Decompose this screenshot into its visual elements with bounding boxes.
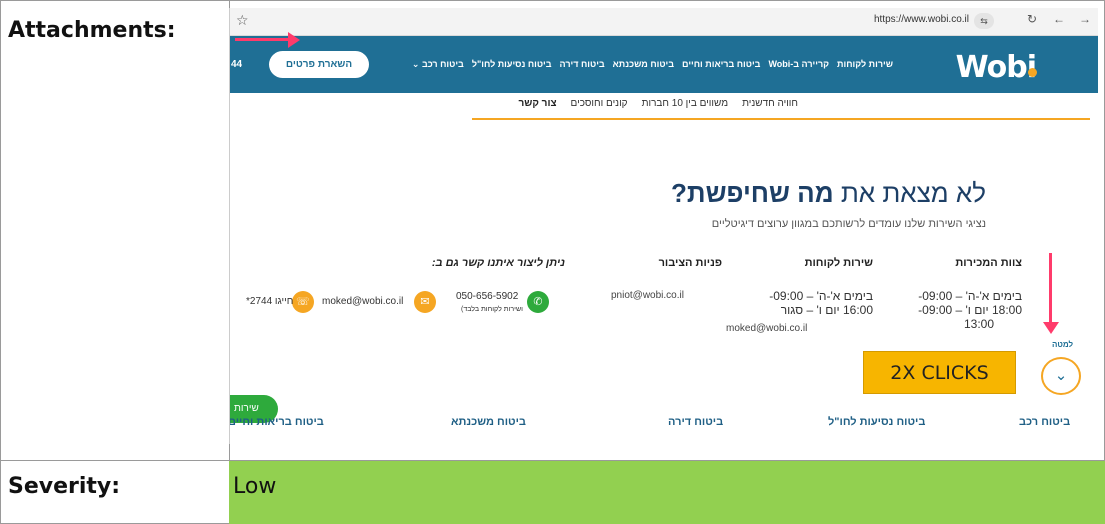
annotation-arrow-down (1049, 253, 1052, 325)
phone-contact[interactable]: *2744 חייגו (246, 296, 293, 307)
sales-line-1: בימים א'-ה' – 09:00- (918, 289, 1022, 303)
page-subheadline: נציגי השירות שלנו עומדים לרשותכם במגוון … (711, 218, 986, 230)
headline-pre: לא מצאת את (833, 178, 986, 208)
subnav-buy-save[interactable]: קונים וחוסכים (571, 98, 628, 109)
wobi-logo[interactable]: Wobi (956, 50, 1037, 85)
nav-item-home[interactable]: ביטוח דירה (560, 59, 605, 70)
nav-item-mortgage[interactable]: ביטוח משכנתא (613, 59, 674, 70)
bottom-cat-home[interactable]: ביטוח דירה (668, 416, 723, 428)
nav-item-service[interactable]: שירות לקוחות (837, 59, 893, 70)
nav-item-health[interactable]: ביטוח בריאות וחיים (682, 59, 760, 70)
sub-navigation: צור קשר קונים וחוסכים משווים בין 10 חברו… (519, 98, 798, 109)
clicks-annotation: 2X CLICKS (863, 351, 1016, 394)
severity-value: Low (233, 474, 277, 499)
contact-title: ניתן ליצור איתנו קשר גם ב: (431, 257, 565, 269)
star-icon[interactable]: ☆ (236, 12, 249, 29)
nav-menu: ביטוח רכב ⌄ ביטוח נסיעות לחו"ל ביטוח דיר… (412, 59, 893, 70)
whatsapp-sub: ושירות לקוחות בלבד) (461, 306, 523, 313)
severity-label: Severity: (8, 474, 121, 499)
annotation-arrow-down-head (1043, 322, 1059, 334)
annotation-arrow-right (235, 38, 293, 41)
nav-item-travel[interactable]: ביטוח נסיעות לחו"ל (472, 59, 552, 70)
bottom-cat-health[interactable]: ביטוח בריאות וחיים (230, 416, 324, 428)
whatsapp-number[interactable]: 050-656-5902 (456, 291, 518, 302)
service-title: שירות לקוחות (804, 257, 873, 269)
whatsapp-icon[interactable]: ✆ (527, 291, 549, 313)
service-line-2: 16:00 יום ו' – סגור (780, 303, 873, 317)
nav-item-car[interactable]: ביטוח רכב ⌄ (412, 59, 464, 70)
bottom-cat-mortgage[interactable]: ביטוח משכנתא (451, 416, 526, 428)
page-headline: לא מצאת את מה שחיפשת? (671, 178, 986, 209)
tabs-icon[interactable]: ⇆ (974, 13, 994, 29)
bottom-cat-travel[interactable]: ביטוח נסיעות לחו"ל (828, 416, 925, 428)
down-label: למטה (1052, 340, 1074, 349)
reload-icon[interactable]: ↻ (1027, 12, 1037, 26)
public-title: פניות הציבור (658, 257, 722, 269)
attachment-screenshot: ☆ https://www.wobi.co.il ⇆ ↻ ← → Wobi בי… (229, 8, 1098, 444)
attachments-label-cell (0, 0, 230, 461)
browser-toolbar: ☆ https://www.wobi.co.il ⇆ ↻ ← → (230, 8, 1098, 36)
leave-details-button[interactable]: השארת פרטים (269, 51, 369, 78)
subnav-compare[interactable]: משווים בין 10 חברות (642, 98, 729, 109)
headline-bold: מה שחיפשת? (671, 178, 834, 208)
logo-dot (1028, 68, 1037, 77)
attachments-label: Attachments: (8, 18, 176, 43)
document-table: Attachments: Severity: Low ☆ https://www… (0, 0, 1105, 524)
service-line-1: בימים א'-ה' – 09:00- (769, 289, 873, 303)
subnav-underline (472, 118, 1090, 120)
forward-icon[interactable]: → (1079, 12, 1091, 26)
nav-number: 44 (231, 59, 243, 70)
back-icon[interactable]: ← (1053, 12, 1065, 26)
bottom-cat-car[interactable]: ביטוח רכב (1019, 416, 1070, 428)
sales-title: צוות המכירות (955, 257, 1022, 269)
subnav-experience[interactable]: חוויה חדשנית (742, 98, 798, 109)
email-icon[interactable]: ✉ (414, 291, 436, 313)
sales-line-3: 13:00 (963, 317, 994, 331)
sales-line-2: 18:00 יום ו' – 09:00- (918, 303, 1022, 317)
email-contact[interactable]: moked@wobi.co.il (322, 296, 403, 307)
service-email[interactable]: moked@wobi.co.il (726, 323, 807, 334)
public-email[interactable]: pniot@wobi.co.il (611, 290, 684, 301)
url-text[interactable]: https://www.wobi.co.il (874, 14, 969, 25)
annotation-arrow-right-head (288, 32, 300, 48)
chevron-down-icon[interactable]: ⌄ (1041, 357, 1081, 395)
nav-item-careers[interactable]: קריירה ב-Wobi (768, 59, 829, 70)
phone-icon[interactable]: ☏ (292, 291, 314, 313)
severity-value-cell (229, 461, 1105, 524)
subnav-contact[interactable]: צור קשר (519, 98, 557, 109)
